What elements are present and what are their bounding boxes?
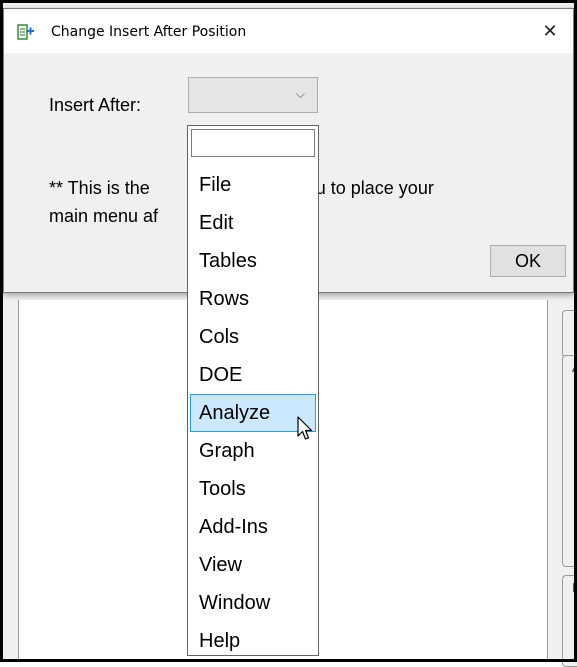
note-line-1-start: ** This is the	[49, 178, 150, 198]
jmp-addin-icon	[17, 24, 34, 40]
dialog-title: Change Insert After Position	[51, 24, 247, 40]
menu-option-help[interactable]: Help	[190, 622, 316, 660]
menu-option-file[interactable]: File	[190, 166, 316, 204]
close-button[interactable]: ✕	[527, 9, 573, 53]
background-group-box: A	[562, 355, 577, 567]
insert-after-combobox[interactable]: ⌵	[188, 77, 318, 113]
menu-option-add-ins[interactable]: Add-Ins	[190, 508, 316, 546]
close-icon: ✕	[542, 20, 558, 42]
menu-option-edit[interactable]: Edit	[190, 204, 316, 242]
menu-option-cols[interactable]: Cols	[190, 318, 316, 356]
background-label: A	[572, 360, 577, 375]
dropdown-items: File Edit Tables Rows Cols DOE Analyze G…	[188, 166, 318, 660]
dialog-titlebar[interactable]: Change Insert After Position ✕	[4, 9, 573, 53]
ok-button[interactable]: OK	[490, 245, 566, 277]
background-group-box	[562, 310, 577, 358]
menu-option-tables[interactable]: Tables	[190, 242, 316, 280]
menu-option-tools[interactable]: Tools	[190, 470, 316, 508]
menu-option-view[interactable]: View	[190, 546, 316, 584]
menu-option-window[interactable]: Window	[190, 584, 316, 622]
chevron-down-icon: ⌵	[295, 87, 305, 101]
insert-after-label: Insert After:	[49, 95, 142, 115]
dropdown-filter-input[interactable]	[191, 129, 315, 157]
background-label: I	[572, 580, 576, 595]
menu-option-rows[interactable]: Rows	[190, 280, 316, 318]
menu-option-doe[interactable]: DOE	[190, 356, 316, 394]
mouse-pointer-icon	[297, 416, 313, 440]
background-group-box: I	[562, 575, 577, 667]
insert-after-dropdown-list[interactable]: File Edit Tables Rows Cols DOE Analyze G…	[187, 125, 319, 656]
